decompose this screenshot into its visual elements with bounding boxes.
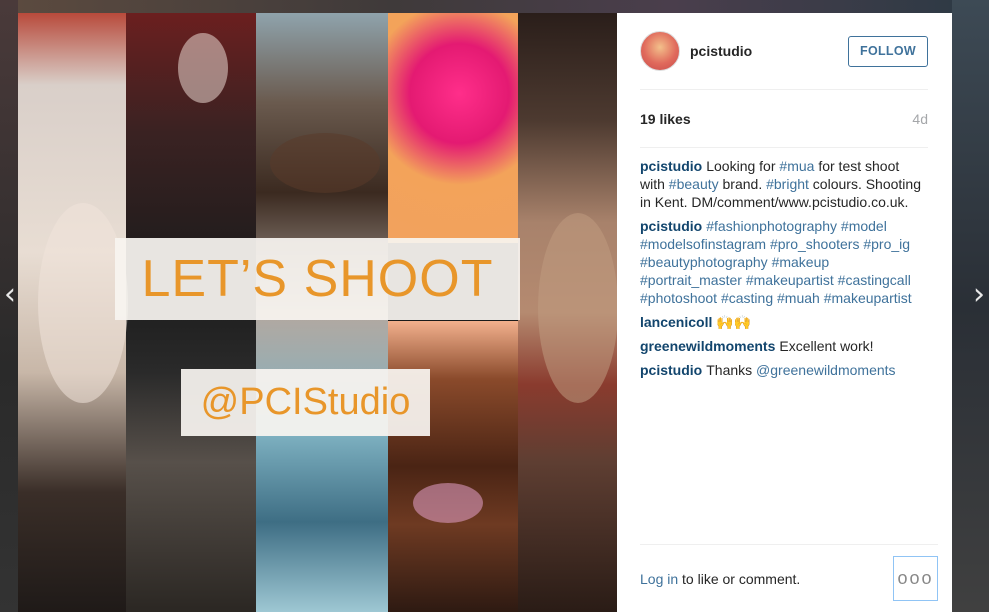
post-side-panel: pcistudio FOLLOW 19 likes 4d pcistudio Lo… xyxy=(617,13,952,612)
login-link[interactable]: Log in xyxy=(640,571,678,587)
hashtag-link[interactable]: #model xyxy=(841,218,887,234)
avatar[interactable] xyxy=(640,31,680,71)
comments-list: pcistudio Looking for #mua for test shoot… xyxy=(640,148,928,379)
likes-count[interactable]: 19 likes xyxy=(640,111,691,127)
photo-face-highlight xyxy=(538,213,617,403)
post-stats: 19 likes 4d xyxy=(640,90,928,148)
comment-text: Excellent work! xyxy=(779,338,874,354)
hashtag-link[interactable]: #casting xyxy=(721,290,773,306)
follow-button[interactable]: FOLLOW xyxy=(848,35,928,67)
comment-username[interactable]: pcistudio xyxy=(640,158,702,174)
photo-handle-text: @PCIStudio xyxy=(181,369,430,436)
comment-item: greenewildmoments Excellent work! xyxy=(640,337,928,355)
hashtag-link[interactable]: #pro_ig xyxy=(863,236,910,252)
comment-text: 🙌🙌 xyxy=(716,314,752,330)
next-post-arrow-icon[interactable]: › xyxy=(969,280,989,310)
comment-username[interactable]: pcistudio xyxy=(640,362,702,378)
comment-item: pcistudio Looking for #mua for test shoot… xyxy=(640,157,928,211)
photo-headline-text: LET’S SHOOT xyxy=(115,238,520,320)
hashtag-link[interactable]: #modelsofinstagram xyxy=(640,236,766,252)
photo-panel-pink-rose xyxy=(388,13,518,243)
post-age[interactable]: 4d xyxy=(912,111,928,127)
hashtag-link[interactable]: @greenewildmoments xyxy=(756,362,896,378)
hashtag-link[interactable]: #makeupartist xyxy=(746,272,834,288)
post-photo[interactable]: LET’S SHOOT @PCIStudio xyxy=(18,13,617,612)
previous-post-arrow-icon[interactable]: ‹ xyxy=(0,280,20,310)
comment-item: pcistudio #fashionphotography #model #mod… xyxy=(640,217,928,307)
post-header: pcistudio FOLLOW xyxy=(640,13,928,90)
hashtag-link[interactable]: #pro_shooters xyxy=(770,236,860,252)
comment-text: Looking for xyxy=(706,158,780,174)
hashtag-link[interactable]: #beautyphotography xyxy=(640,254,768,270)
comment-item: lancenicoll 🙌🙌 xyxy=(640,313,928,331)
hashtag-link[interactable]: #fashionphotography xyxy=(706,218,837,234)
photo-face-highlight xyxy=(178,33,228,103)
hashtag-link[interactable]: #mua xyxy=(779,158,814,174)
hashtag-link[interactable]: #beauty xyxy=(669,176,719,192)
hashtag-link[interactable]: #bright xyxy=(766,176,809,192)
photo-face-highlight xyxy=(270,133,380,193)
background-feed-top xyxy=(18,0,952,13)
comment-username[interactable]: pcistudio xyxy=(640,218,702,234)
post-modal: LET’S SHOOT @PCIStudio pcistudio FOLLOW … xyxy=(18,13,952,612)
comment-text: Thanks xyxy=(706,362,757,378)
more-options-icon[interactable]: ooo xyxy=(893,556,938,601)
hashtag-link[interactable]: #castingcall xyxy=(838,272,911,288)
comment-username[interactable]: greenewildmoments xyxy=(640,338,775,354)
hashtag-link[interactable]: #makeup xyxy=(772,254,830,270)
hashtag-link[interactable]: #muah xyxy=(777,290,820,306)
hashtag-link[interactable]: #makeupartist xyxy=(824,290,912,306)
post-username[interactable]: pcistudio xyxy=(690,43,848,59)
hashtag-link[interactable]: #photoshoot xyxy=(640,290,717,306)
comment-item: pcistudio Thanks @greenewildmoments xyxy=(640,361,928,379)
comment-username[interactable]: lancenicoll xyxy=(640,314,712,330)
photo-face-highlight xyxy=(413,483,483,523)
post-footer: Log in to like or comment. ooo xyxy=(640,544,938,612)
login-prompt: Log in to like or comment. xyxy=(640,571,893,587)
login-prompt-text: to like or comment. xyxy=(678,570,801,587)
photo-panel-glitter-lips xyxy=(388,321,518,612)
comment-text: brand. xyxy=(718,176,767,192)
hashtag-link[interactable]: #portrait_master xyxy=(640,272,742,288)
